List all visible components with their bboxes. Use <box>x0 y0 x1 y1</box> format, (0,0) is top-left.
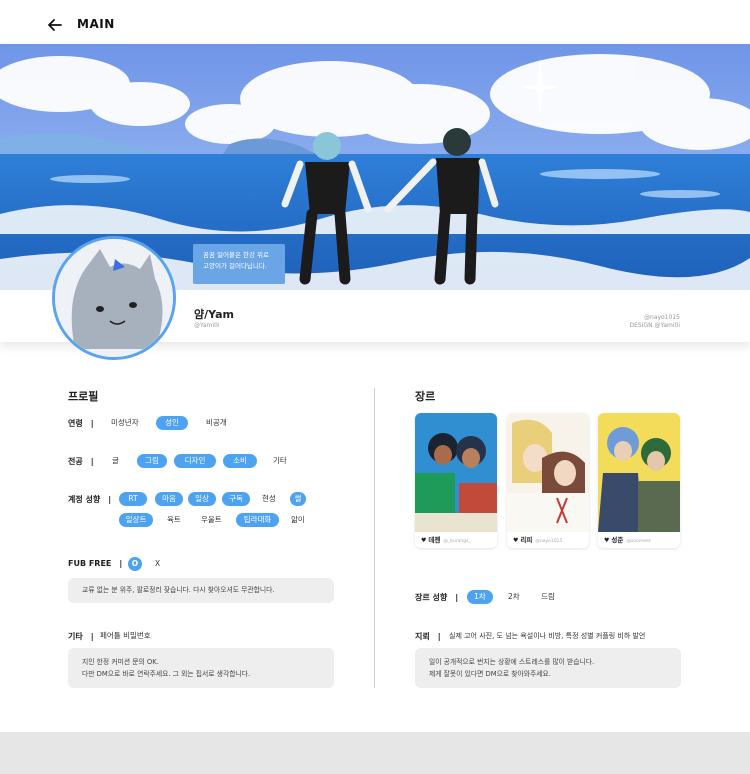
genre-card-caption: ♥ 리피 @nayo1015 <box>507 532 589 548</box>
tendency-daily[interactable]: 일상 <box>188 492 216 506</box>
genre-option-dream[interactable]: 드림 <box>541 590 555 604</box>
mine-label: 지뢰 | <box>415 632 441 641</box>
tendency-rt[interactable]: RT <box>119 492 147 506</box>
etc-value: 페어틀 비밀번호 <box>100 631 151 640</box>
tendency-story[interactable]: 썰 <box>290 492 306 506</box>
fub-note-text: 교류 없는 분 위주, 팔로정리 잦습니다. 다시 찾아오셔도 무관합니다. <box>82 586 275 594</box>
account-tendency-label: 계정 성향 | <box>68 495 112 504</box>
age-label: 연령 | <box>68 419 94 428</box>
genre-tendency-label-text: 장르 성향 <box>415 593 448 602</box>
age-option-adult[interactable]: 성인 <box>156 416 188 430</box>
age-label-text: 연령 <box>68 419 83 428</box>
fub-free-label: FUB FREE | <box>68 559 123 568</box>
etc-note-line: 다만 DM으로 바로 연락주세요. 그 외는 핍서로 생각합니다. <box>82 670 251 678</box>
tendency-talk[interactable]: 팁라대화 <box>236 513 279 527</box>
art-credit: @nayo1015 <box>644 314 680 321</box>
fub-option-x[interactable]: X <box>155 557 160 571</box>
genre-card-name: 데젠 <box>428 536 441 544</box>
fub-note: 교류 없는 분 위주, 팔로정리 잦습니다. 다시 찾아오셔도 무관합니다. <box>68 578 334 603</box>
major-option-etc[interactable]: 기타 <box>273 454 287 468</box>
profile-section-title: 프로필 <box>68 390 99 403</box>
fub-free-label-text: FUB FREE <box>68 559 112 568</box>
genre-card-handle: @zoomeec <box>626 539 652 544</box>
age-option-minor[interactable]: 미성년자 <box>111 416 139 430</box>
genre-card-handle: @nayo1015 <box>535 539 563 544</box>
mine-value: 실제 고어 사진, 도 넘는 욕설이나 비방, 특정 성별 커플링 비하 발언 <box>449 632 646 640</box>
mine-note-line: 제게 잘못이 있다면 DM으로 찾아와주세요. <box>429 670 551 678</box>
genre-card[interactable]: ♥ 리피 @nayo1015 <box>507 413 589 548</box>
banner-caption-line: 꿈꿈 잃어붙은 한강 위로 <box>203 251 269 259</box>
tendency-gloom[interactable]: 우울트 <box>201 513 222 527</box>
banner-caption-line: 고양이가 걸어다닙니다. <box>203 262 267 270</box>
mine-label-text: 지뢰 <box>415 632 430 641</box>
genre-card[interactable]: ♥ 데젠 @_burangs_ <box>415 413 497 548</box>
etc-note-line: 지인 한정 커미션 문의 OK. <box>82 658 159 666</box>
arrow-left-icon[interactable] <box>44 14 66 36</box>
major-option-consume[interactable]: 소비 <box>223 454 257 468</box>
age-option-private[interactable]: 비공개 <box>206 416 227 430</box>
genre-option-fan[interactable]: 2차 <box>508 590 520 604</box>
mine-note-line: 일이 공개적으로 번지는 상황에 스트레스를 많이 받습니다. <box>429 658 595 666</box>
genre-card-caption: ♥ 데젠 @_burangs_ <box>415 532 497 548</box>
top-bar: MAIN <box>0 0 750 48</box>
heart-icon: ♥ <box>604 537 610 544</box>
heart-icon: ♥ <box>513 537 519 544</box>
major-label: 전공 | <box>68 457 94 466</box>
major-option-drawing[interactable]: 그림 <box>137 454 167 468</box>
genre-section-title: 장르 <box>415 390 436 403</box>
genre-option-original[interactable]: 1차 <box>467 590 493 604</box>
column-divider <box>374 388 375 688</box>
etc-label-text: 기타 <box>68 632 83 641</box>
profile-name: 얌/Yam <box>194 308 234 321</box>
footer-band <box>0 732 750 774</box>
fub-option-o[interactable]: O <box>128 557 142 571</box>
mine-note: 일이 공개적으로 번지는 상황에 스트레스를 많이 받습니다. 제게 잘못이 있… <box>415 648 681 688</box>
tendency-heart[interactable]: 마음 <box>155 492 183 506</box>
account-tendency-label-text: 계정 성향 <box>68 495 101 504</box>
etc-label: 기타 | <box>68 632 94 641</box>
heart-icon: ♥ <box>421 537 427 544</box>
genre-card-caption: ♥ 성준 @zoomeec <box>598 532 680 548</box>
genre-card-handle: @_burangs_ <box>443 539 471 544</box>
tendency-know[interactable]: 앎이 <box>291 513 305 527</box>
genre-card-name: 리피 <box>520 536 533 544</box>
genre-tendency-label: 장르 성향 | <box>415 593 459 602</box>
etc-note: 지인 한정 커미션 문의 OK. 다만 DM으로 바로 연락주세요. 그 외는 … <box>68 648 334 688</box>
major-label-text: 전공 <box>68 457 83 466</box>
tendency-parenting[interactable]: 육트 <box>167 513 181 527</box>
genre-card[interactable]: ♥ 성준 @zoomeec <box>598 413 680 548</box>
major-option-writing[interactable]: 글 <box>112 454 119 468</box>
tendency-subscribe[interactable]: 구독 <box>222 492 250 506</box>
profile-handle: @Yami0i <box>194 322 220 329</box>
tendency-current[interactable]: 현성 <box>262 492 276 506</box>
page-title: MAIN <box>77 17 115 31</box>
avatar <box>52 236 176 360</box>
genre-card-name: 성준 <box>611 536 624 544</box>
major-option-design[interactable]: 디자인 <box>174 454 216 468</box>
banner-caption: 꿈꿈 잃어붙은 한강 위로 고양이가 걸어다닙니다. <box>193 244 285 284</box>
tendency-daily-tweet[interactable]: 일상트 <box>119 513 153 527</box>
design-credit: DESIGN @Yami0i <box>629 322 680 329</box>
